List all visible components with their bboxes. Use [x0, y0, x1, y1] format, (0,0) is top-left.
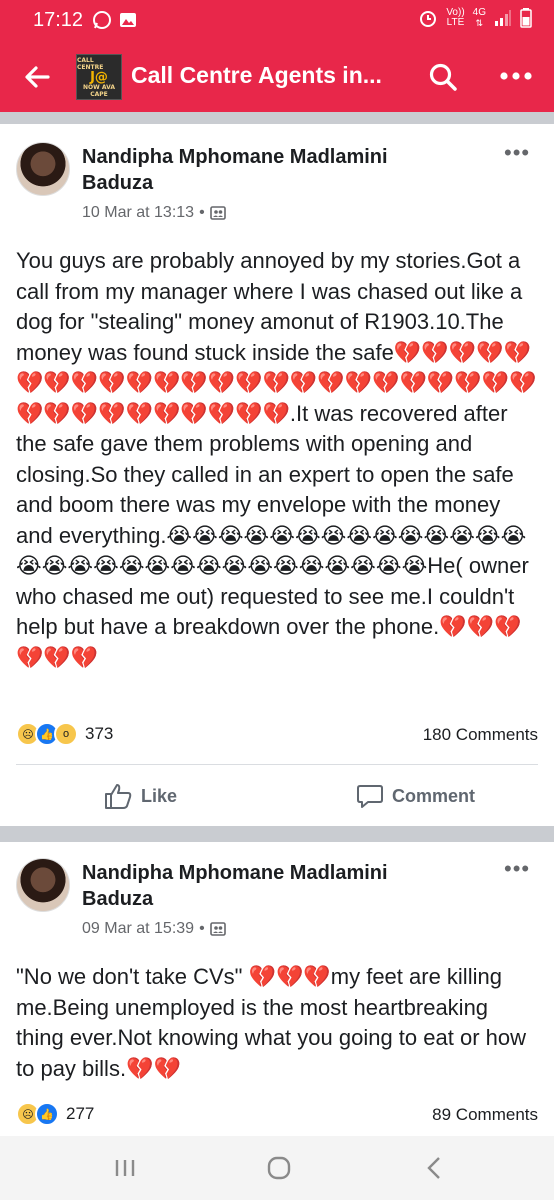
post-options-icon[interactable]: ••• [504, 142, 530, 164]
signal-strength-icon [495, 10, 511, 26]
wow-reaction-icon: o [54, 722, 78, 746]
system-navigation-bar [0, 1136, 554, 1200]
app-bar: CALL CENTRE J@ NOW AVA CAPE Call Centre … [0, 40, 554, 112]
like-reaction-icon: 👍 [35, 1102, 59, 1126]
like-button[interactable]: Like [103, 782, 177, 810]
like-thumb-icon [105, 784, 132, 809]
battery-icon [520, 8, 532, 28]
network-lte-label: LTE [446, 17, 465, 28]
post-card: Nandipha Mphomane Madlamini Baduza 10 Ma… [0, 124, 554, 826]
comments-count[interactable]: 180 Comments [423, 725, 538, 745]
group-title[interactable]: Call Centre Agents in... [131, 62, 401, 89]
post-author[interactable]: Nandipha Mphomane Madlamini Baduza [82, 144, 462, 196]
avatar[interactable] [16, 142, 70, 196]
signal-type-label: 4G [472, 7, 486, 18]
thumbnail-line: NOW AVA [83, 83, 115, 91]
status-bar: 17:12 Vo)) LTE 4G ⇅ [0, 0, 554, 40]
divider [16, 764, 538, 765]
more-icon[interactable] [498, 70, 534, 82]
post-card: Nandipha Mphomane Madlamini Baduza 09 Ma… [0, 842, 554, 1136]
post-text: You guys are probably annoyed by my stor… [16, 248, 537, 670]
audience-members-icon [209, 206, 226, 220]
meta-separator: • [199, 204, 205, 221]
recent-apps-icon[interactable] [110, 1154, 140, 1182]
post-text: "No we don't take CVs" 💔💔💔my feet are ki… [16, 964, 526, 1081]
whatsapp-notification-icon [93, 11, 111, 29]
gallery-notification-icon [120, 13, 136, 27]
post-timestamp[interactable]: 09 Mar at 15:39 [82, 920, 194, 938]
thumbnail-logo-text: J@ [90, 69, 108, 85]
comment-button[interactable]: Comment [356, 782, 475, 810]
thumbnail-line: CALL CENTRE [77, 56, 104, 71]
post-author[interactable]: Nandipha Mphomane Madlamini Baduza [82, 860, 462, 912]
reaction-count[interactable]: 373 [85, 724, 113, 744]
post-timestamp[interactable]: 10 Mar at 13:13 [82, 204, 194, 222]
comment-label: Comment [392, 785, 476, 806]
status-time: 17:12 [33, 9, 84, 31]
avatar[interactable] [16, 858, 70, 912]
comments-count[interactable]: 89 Comments [432, 1105, 538, 1125]
post-options-icon[interactable]: ••• [504, 858, 530, 880]
reaction-count[interactable]: 277 [66, 1104, 94, 1124]
group-thumbnail[interactable]: CALL CENTRE J@ NOW AVA CAPE [76, 54, 122, 100]
back-arrow-icon[interactable] [22, 62, 52, 92]
comment-bubble-icon [357, 785, 383, 808]
home-icon[interactable] [264, 1154, 294, 1182]
alarm-icon [420, 11, 437, 27]
thumbnail-line: CAPE [90, 90, 108, 98]
like-label: Like [141, 785, 178, 806]
nav-back-icon[interactable] [420, 1154, 450, 1182]
search-icon[interactable] [428, 62, 458, 92]
meta-separator: • [199, 920, 205, 937]
audience-members-icon [209, 922, 226, 936]
